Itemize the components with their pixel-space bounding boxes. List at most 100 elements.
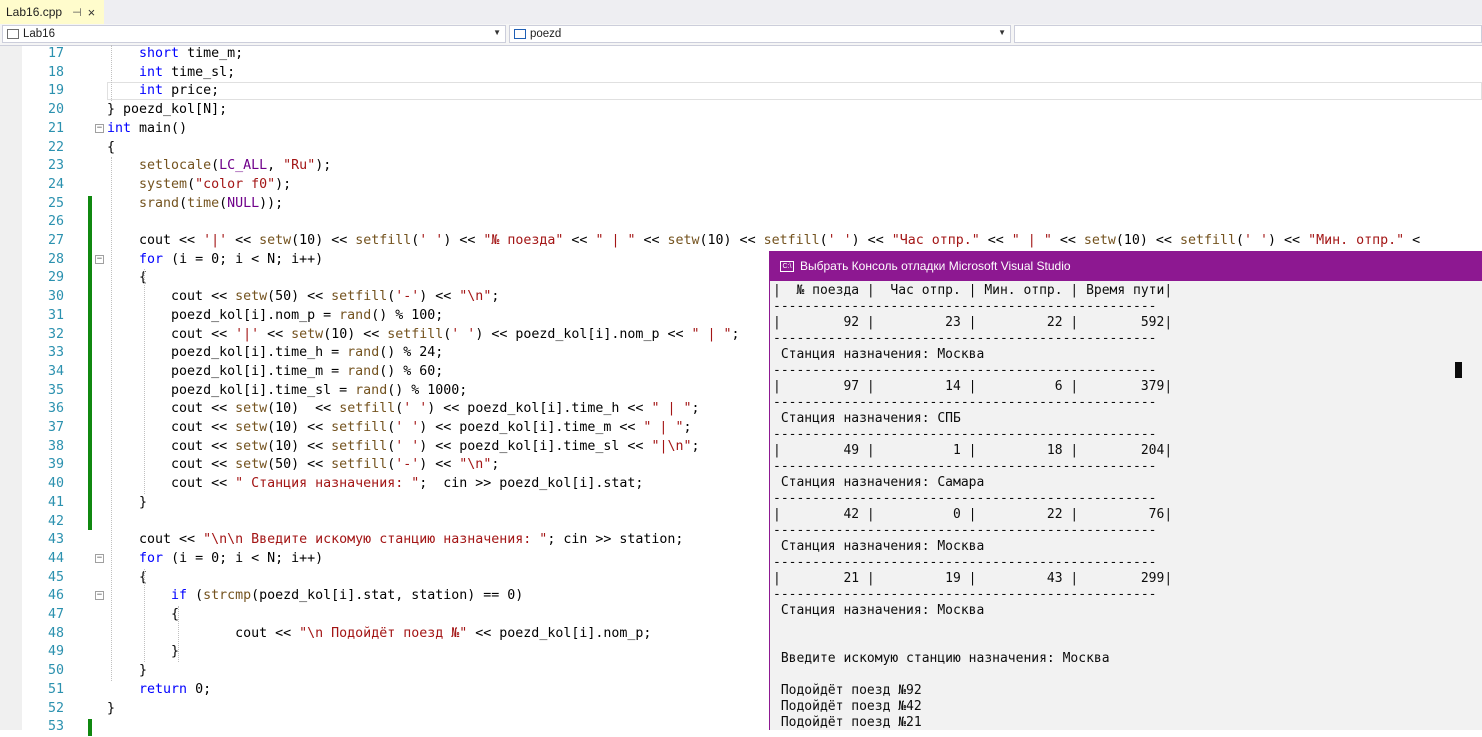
code-text: return 0;	[139, 681, 212, 697]
code-line[interactable]: 18 int time_sl;	[0, 64, 1482, 83]
line-number: 27	[47, 233, 64, 248]
project-dropdown[interactable]: Lab16 ▼	[2, 25, 506, 43]
scope-dropdown[interactable]: poezd ▼	[509, 25, 1011, 43]
code-line[interactable]: 20 } poezd_kol[N];	[0, 101, 1482, 120]
line-number: 44	[47, 550, 64, 566]
console-line: | 97 | 14 | 6 | 379|	[773, 379, 1173, 394]
line-number: 21	[47, 120, 64, 136]
code-text: system("color f0");	[139, 176, 292, 192]
line-number: 42	[47, 513, 64, 529]
line-number: 41	[47, 494, 64, 510]
project-icon	[7, 29, 19, 39]
code-text: poezd_kol[i].time_sl = rand() % 1000;	[107, 382, 468, 398]
code-line[interactable]: 25 srand(time(NULL));	[0, 195, 1482, 214]
console-line: ----------------------------------------…	[773, 395, 1157, 410]
code-text: cout << setw(10) << setfill(' ') << poez…	[107, 420, 692, 435]
code-line[interactable]: 24 system("color f0");	[0, 176, 1482, 195]
close-icon[interactable]: ×	[88, 5, 96, 20]
change-indicator	[88, 195, 92, 531]
code-text: short time_m;	[139, 46, 244, 61]
line-number: 25	[47, 195, 64, 211]
code-text: poezd_kol[i].time_m = rand() % 60;	[107, 363, 444, 379]
member-dropdown[interactable]	[1014, 25, 1482, 43]
code-line[interactable]: 21 − int main()	[0, 120, 1482, 139]
line-number: 20	[47, 102, 64, 118]
code-text: poezd_kol[i].nom_p = rand() % 100;	[107, 307, 444, 323]
pin-icon[interactable]: ⊣	[72, 6, 82, 19]
code-text: int time_sl;	[139, 64, 236, 80]
console-line: | 42 | 0 | 22 | 76|	[773, 507, 1173, 522]
console-line: Подойдёт поезд №42	[773, 699, 922, 714]
console-line: ----------------------------------------…	[773, 587, 1157, 602]
code-text: cout << "\n\n Введите искомую станцию на…	[107, 532, 684, 548]
console-line: Станция назначения: Москва	[773, 539, 985, 554]
code-line[interactable]: 17 short time_m;	[0, 45, 1482, 64]
code-line[interactable]: 22 {	[0, 139, 1482, 158]
line-number: 40	[47, 476, 64, 492]
console-line: ----------------------------------------…	[773, 331, 1157, 346]
scope-label: poezd	[530, 28, 562, 40]
console-line: ----------------------------------------…	[773, 555, 1157, 570]
code-text: for (i = 0; i < N; i++)	[139, 251, 324, 267]
code-text: cout << setw(10) << setfill(' ') << poez…	[107, 438, 700, 454]
fold-toggle-icon[interactable]: −	[95, 591, 104, 601]
code-text: }	[107, 663, 148, 679]
line-number: 17	[47, 46, 64, 61]
fold-toggle-icon[interactable]: −	[95, 123, 104, 133]
fold-toggle-icon[interactable]: −	[95, 553, 104, 563]
line-number: 49	[47, 644, 64, 660]
console-line: Подойдёт поезд №92	[773, 683, 922, 698]
line-number: 32	[47, 326, 64, 342]
line-number: 39	[47, 457, 64, 473]
tab-title: Lab16.cpp	[6, 5, 63, 19]
code-text: cout << setw(50) << setfill('-') << "\n"…	[107, 289, 500, 305]
code-line[interactable]: 26	[0, 213, 1482, 232]
code-text: {	[107, 270, 148, 286]
line-number: 45	[47, 569, 64, 585]
chevron-down-icon: ▼	[493, 28, 501, 37]
code-text: setlocale(LC_ALL, "Ru");	[139, 158, 332, 174]
console-line: ----------------------------------------…	[773, 523, 1157, 538]
struct-icon	[514, 29, 526, 39]
debug-console-window[interactable]: C:\ Выбрать Консоль отладки Microsoft Vi…	[769, 251, 1482, 730]
code-line[interactable]: 27 cout << '|' << setw(10) << setfill(' …	[0, 232, 1482, 251]
text-cursor	[1455, 362, 1462, 378]
document-tab-bar: Lab16.cpp ⊣ ×	[0, 0, 1482, 26]
line-number: 38	[47, 438, 64, 454]
line-number: 22	[47, 139, 64, 155]
code-text: }	[107, 494, 148, 510]
fold-toggle-icon[interactable]: −	[95, 254, 104, 264]
change-indicator	[88, 719, 92, 736]
code-text: cout << setw(10) << setfill(' ') << poez…	[107, 401, 700, 417]
console-line: Введите искомую станцию назначения: Моск…	[773, 651, 1110, 666]
code-text: int main()	[107, 120, 188, 136]
code-line[interactable]: 23 setlocale(LC_ALL, "Ru");	[0, 157, 1482, 176]
console-line: Станция назначения: Самара	[773, 475, 985, 490]
line-number: 26	[47, 214, 64, 230]
line-number: 50	[47, 663, 64, 679]
line-number: 34	[47, 363, 64, 379]
indent-guide	[111, 157, 112, 681]
navigation-bar: Lab16 ▼ poezd ▼	[0, 24, 1482, 46]
code-text: } poezd_kol[N];	[107, 102, 228, 118]
line-number: 18	[47, 64, 64, 80]
code-text: cout << "\n Подойдёт поезд №" << poezd_k…	[107, 625, 652, 641]
line-number: 51	[47, 681, 64, 697]
line-number: 53	[47, 719, 64, 735]
line-number: 47	[47, 607, 64, 622]
indent-guide	[178, 606, 179, 663]
console-line: Подойдёт поезд №21	[773, 715, 922, 730]
console-line: | № поезда | Час отпр. | Мин. отпр. | Вр…	[773, 283, 1173, 298]
line-number: 28	[47, 251, 64, 267]
code-text: for (i = 0; i < N; i++)	[139, 550, 324, 566]
console-title-bar[interactable]: C:\ Выбрать Консоль отладки Microsoft Vi…	[770, 251, 1482, 281]
code-text: int price;	[139, 83, 220, 99]
console-line: ----------------------------------------…	[773, 427, 1157, 442]
console-line: ----------------------------------------…	[773, 459, 1157, 474]
code-line[interactable]: 19 int price;	[0, 82, 1482, 101]
code-text: {	[107, 139, 116, 155]
project-label: Lab16	[23, 28, 55, 40]
line-number: 36	[47, 401, 64, 417]
line-number: 19	[47, 83, 64, 99]
tab-lab16-cpp[interactable]: Lab16.cpp ⊣ ×	[0, 0, 104, 24]
